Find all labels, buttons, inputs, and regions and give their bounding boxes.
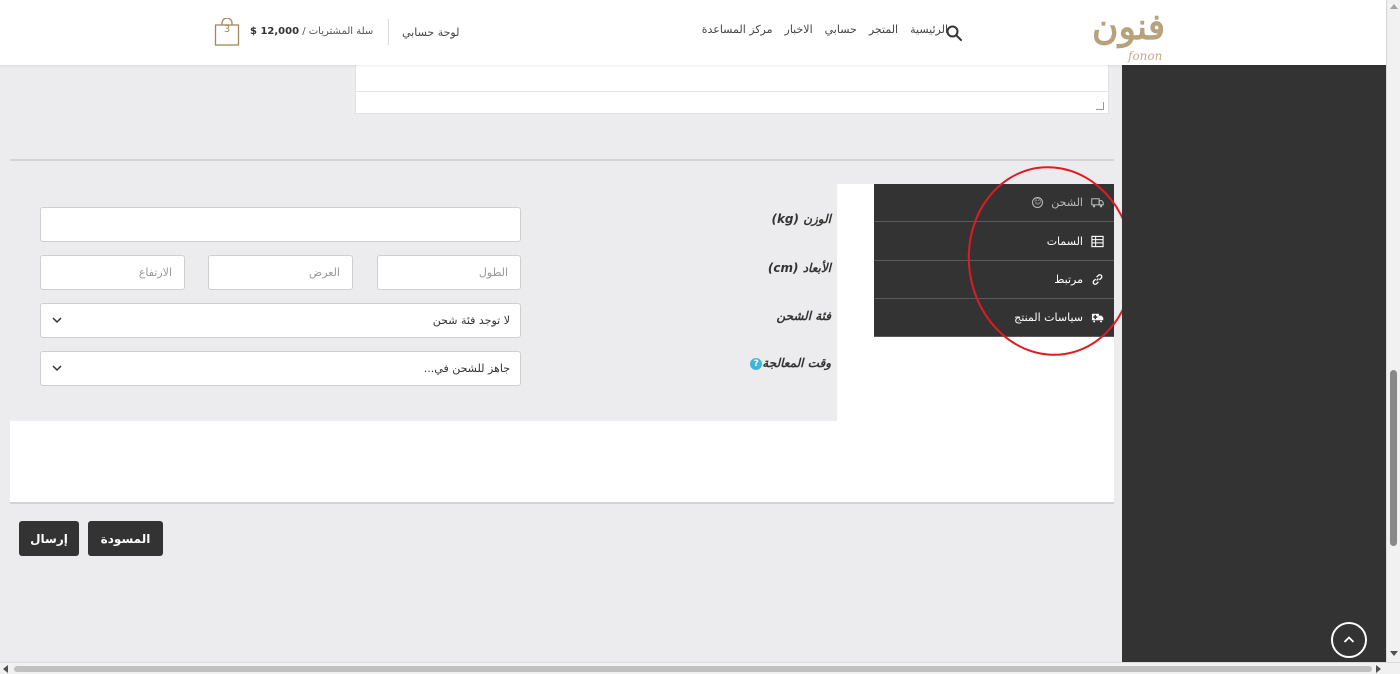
tab-linked[interactable]: مرتبط [874,261,1114,299]
description-textarea[interactable] [355,65,1109,114]
scroll-down-arrow-icon[interactable] [1390,651,1398,656]
processing-time-label: وقت المعالجة? [746,356,831,370]
nav-shop[interactable]: المتجر [869,23,898,36]
product-data-card: الوزن (kg) الأبعاد (cm) الطول العرض الار… [10,184,1114,504]
description-card [10,65,1114,161]
chevron-up-icon [1343,636,1355,643]
logo-arabic-text: فنون [1092,6,1166,48]
processing-time-select[interactable]: جاهز للشحن في... [40,351,521,386]
search-icon[interactable] [946,25,962,41]
info-icon[interactable]: ? [750,357,763,370]
submit-button[interactable]: إرسال [19,521,79,556]
length-input[interactable]: الطول [377,255,521,290]
scroll-to-top-button[interactable] [1331,622,1367,658]
vertical-scroll-thumb[interactable] [1390,370,1397,546]
tab-product-policies-label: سياسات المنتج [1014,311,1083,324]
chevron-down-icon [52,317,62,324]
nav-help-center[interactable]: مركز المساعدة [702,23,773,36]
account-area: 3 سلة المشتريات / $ 12,000 لوحة حسابي [214,14,464,48]
logo-latin-text: fonon [1128,49,1163,63]
tab-attributes-label: السمات [1046,235,1083,248]
scroll-left-arrow-icon[interactable] [3,665,8,673]
cart-summary[interactable]: سلة المشتريات / $ 12,000 [250,26,373,37]
header-divider [388,19,389,45]
smile-icon: ☺ [1032,197,1044,208]
tab-linked-label: مرتبط [1054,273,1083,286]
nav-my-account[interactable]: حسابي [825,23,857,36]
product-data-tabs: الشحن ☺ السمات مرتبط سياسات المنتج [874,184,1114,337]
scroll-right-arrow-icon[interactable] [1376,665,1381,673]
tab-product-policies[interactable]: سياسات المنتج [874,299,1114,337]
cart-bag-icon[interactable]: 3 [214,17,240,46]
right-side-panel [1122,65,1386,662]
shipping-class-value: لا توجد فئة شحن [432,314,510,327]
site-header: فنون fonon الرئيسية المتجر حسابي الاخبار… [0,0,1386,65]
cart-total: $ 12,000 [250,26,300,37]
list-icon [1091,235,1104,248]
vertical-scrollbar[interactable] [1386,0,1400,662]
truck-icon [1091,196,1104,209]
weight-input[interactable] [40,207,521,242]
shipping-class-label: فئة الشحن [776,309,831,323]
draft-button[interactable]: المسودة [88,521,163,556]
tab-attributes[interactable]: السمات [874,223,1114,261]
nav-news[interactable]: الاخبار [785,23,813,36]
site-logo[interactable]: فنون fonon [1088,4,1178,64]
resize-handle-icon[interactable] [1096,102,1104,110]
height-input[interactable]: الارتفاع [40,255,185,290]
dimensions-label: الأبعاد (cm) [767,261,831,275]
tab-shipping-label: الشحن [1051,196,1083,209]
tab-shipping[interactable]: الشحن ☺ [874,184,1114,222]
textarea-status-bar [356,91,1108,113]
cart-label: سلة المشتريات / [302,26,374,37]
nav-home[interactable]: الرئيسية [910,23,948,36]
width-input[interactable]: العرض [208,255,353,290]
horizontal-scrollbar[interactable] [0,662,1400,674]
weight-label: الوزن (kg) [771,212,831,226]
cart-count: 3 [223,24,231,35]
chevron-down-icon [52,365,62,372]
link-icon [1091,273,1104,286]
processing-time-text: وقت المعالجة [762,356,831,370]
processing-time-value: جاهز للشحن في... [423,362,510,375]
horizontal-scroll-thumb[interactable] [14,666,1372,672]
dashboard-link[interactable]: لوحة حسابي [402,26,459,39]
shipping-form: الوزن (kg) الأبعاد (cm) الطول العرض الار… [10,184,837,421]
main-nav: الرئيسية المتجر حسابي الاخبار مركز المسا… [702,23,948,36]
ambulance-icon [1091,311,1104,324]
scroll-up-arrow-icon[interactable] [1390,4,1398,9]
shipping-class-select[interactable]: لا توجد فئة شحن [40,303,521,338]
